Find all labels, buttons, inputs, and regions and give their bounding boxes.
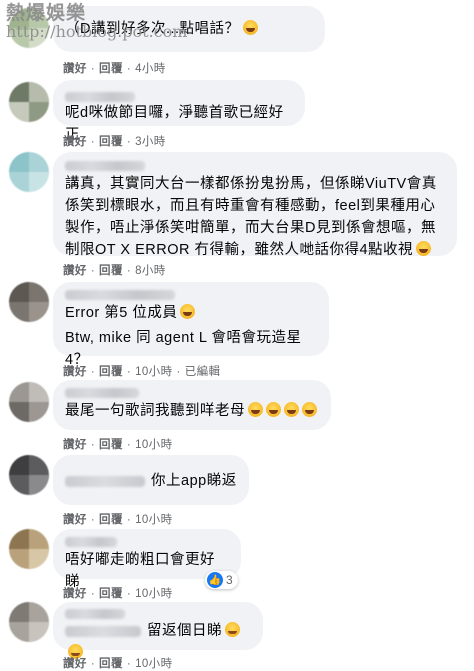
like-button[interactable]: 讚好 xyxy=(63,439,87,451)
smiling-emoji-icon xyxy=(225,622,240,637)
comment-bubble: Error 第5 位成員 Btw, mike 同 agent L 會唔會玩造星4… xyxy=(53,282,329,368)
like-button[interactable]: 讚好 xyxy=(63,265,87,277)
laughing-emoji-icon xyxy=(416,241,432,256)
comment-author[interactable] xyxy=(65,158,445,172)
reply-button[interactable]: 回覆 xyxy=(99,588,123,600)
avatar[interactable] xyxy=(9,82,49,122)
comment-bubble: 你上app睇返 xyxy=(53,455,249,505)
avatar[interactable] xyxy=(9,382,49,422)
reaction-number: 3 xyxy=(226,573,233,587)
watermark-url: http://hotblog.pot.com xyxy=(6,21,188,41)
comment-bubble: 呢d咪做節目囉，淨聽首歌已經好正 xyxy=(53,80,305,143)
comment-timestamp[interactable]: 4小時 xyxy=(135,63,166,75)
laughing-emoji-icon xyxy=(248,402,263,417)
laughing-emoji-icon xyxy=(284,402,299,417)
comment-author[interactable] xyxy=(65,89,293,103)
comment-timestamp[interactable]: 3小時 xyxy=(135,136,166,148)
like-button[interactable]: 讚好 xyxy=(63,366,87,378)
avatar[interactable] xyxy=(9,529,49,569)
like-button[interactable]: 讚好 xyxy=(63,136,87,148)
comment-actions: 讚好 · 回覆 · 10小時 · 已編輯 xyxy=(63,366,221,378)
comment-timestamp[interactable]: 10小時 xyxy=(135,658,172,670)
comment-bubble: 最尾一句歌詞我聽到咩老母 xyxy=(53,380,331,430)
comment-timestamp[interactable]: 8小時 xyxy=(135,265,166,277)
reaction-count[interactable]: 👍 3 xyxy=(205,571,238,589)
comment-text: 最尾一句歌詞我聽到咩老母 xyxy=(65,400,319,422)
comment-actions: 讚好 · 回覆 · 8小時 xyxy=(63,265,166,277)
edited-label: 已編輯 xyxy=(184,366,221,378)
avatar[interactable] xyxy=(9,282,49,322)
reply-button[interactable]: 回覆 xyxy=(99,63,123,75)
comment-author[interactable] xyxy=(65,534,229,548)
tagged-name-blurred[interactable] xyxy=(65,625,141,637)
comment-actions: 讚好 · 回覆 · 4小時 xyxy=(63,63,166,75)
comment-author[interactable] xyxy=(65,385,319,399)
laughing-emoji-icon xyxy=(302,402,317,417)
comment-actions: 讚好 · 回覆 · 10小時 xyxy=(63,588,173,600)
laughing-emoji-icon xyxy=(180,304,196,319)
comment-timestamp[interactable]: 10小時 xyxy=(135,366,172,378)
laughing-emoji-icon xyxy=(242,20,258,35)
watermark-title: 熱爆娛樂 xyxy=(6,2,87,24)
reply-button[interactable]: 回覆 xyxy=(99,265,123,277)
comment-text: 講真，其實同大台一樣都係扮鬼扮馬，但係睇ViuTV會真係笑到標眼水，而且有時重會… xyxy=(65,176,437,258)
reply-button[interactable]: 回覆 xyxy=(99,136,123,148)
avatar[interactable] xyxy=(9,602,49,642)
comment-actions: 讚好 · 回覆 · 10小時 xyxy=(63,514,173,526)
comment-timestamp[interactable]: 10小時 xyxy=(135,439,172,451)
watermark: 熱爆娛樂 http://hotblog.pot.com xyxy=(6,2,188,41)
avatar[interactable] xyxy=(9,455,49,495)
laughing-emoji-icon xyxy=(266,402,281,417)
reply-button[interactable]: 回覆 xyxy=(99,366,123,378)
like-button[interactable]: 讚好 xyxy=(63,658,87,670)
comment-author[interactable] xyxy=(65,287,317,301)
comment-author[interactable] xyxy=(65,606,251,620)
comment-text: 你上app睇返 xyxy=(65,470,237,492)
like-button[interactable]: 讚好 xyxy=(63,63,87,75)
comment-bubble: 講真，其實同大台一樣都係扮鬼扮馬，但係睇ViuTV會真係笑到標眼水，而且有時重會… xyxy=(53,152,457,258)
reply-button[interactable]: 回覆 xyxy=(99,439,123,451)
author-name-blurred[interactable] xyxy=(65,475,145,487)
like-button[interactable]: 讚好 xyxy=(63,588,87,600)
thumbs-up-icon: 👍 xyxy=(207,572,223,588)
comment-timestamp[interactable]: 10小時 xyxy=(135,588,172,600)
comment-bubble: 留返個日睇 xyxy=(53,602,263,659)
reply-button[interactable]: 回覆 xyxy=(99,514,123,526)
like-button[interactable]: 讚好 xyxy=(63,514,87,526)
comment-timestamp[interactable]: 10小時 xyxy=(135,514,172,526)
reply-button[interactable]: 回覆 xyxy=(99,658,123,670)
comment-text: Error 第5 位成員 xyxy=(65,302,317,324)
avatar[interactable] xyxy=(9,152,49,192)
comment-actions: 讚好 · 回覆 · 3小時 xyxy=(63,136,166,148)
comment-actions: 讚好 · 回覆 · 10小時 xyxy=(63,439,173,451)
